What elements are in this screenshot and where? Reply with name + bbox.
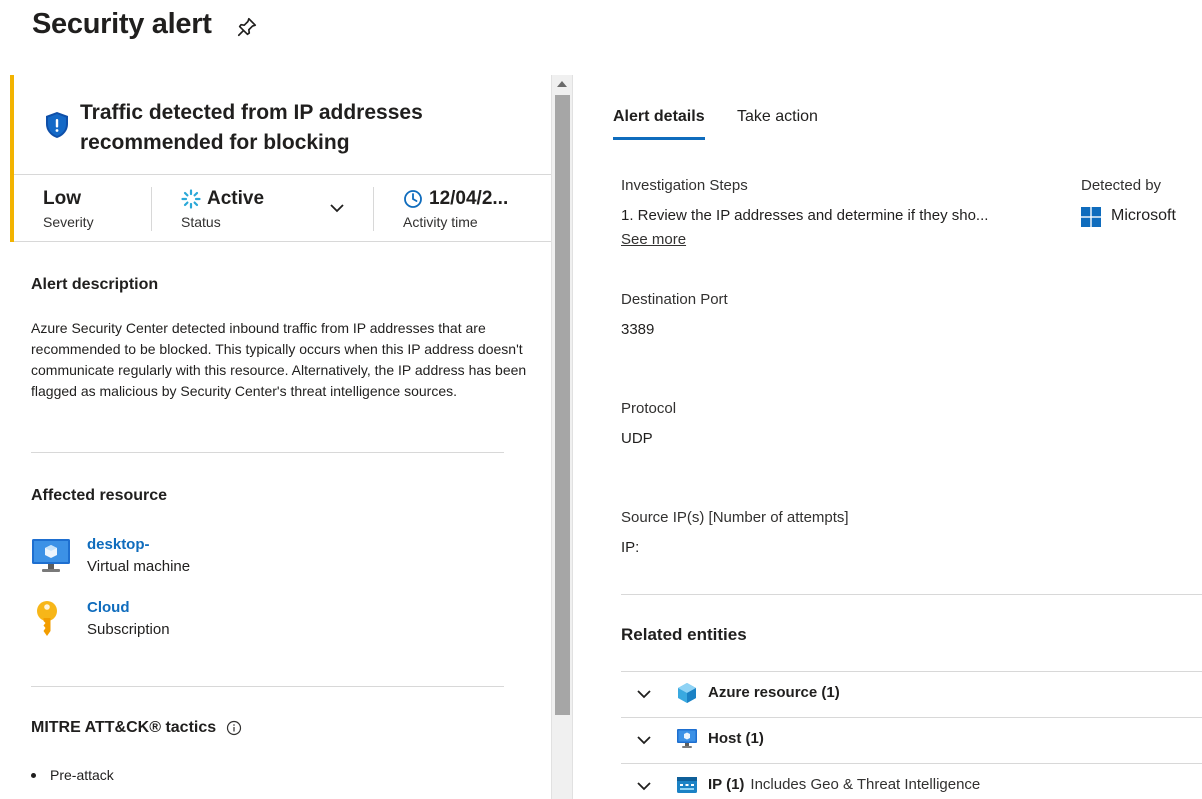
tab-alert-details[interactable]: Alert details — [613, 108, 705, 140]
severity-metric: Low Severity — [43, 185, 94, 233]
entity-sublabel: Includes Geo & Threat Intelligence — [750, 776, 981, 793]
protocol-value: UDP — [621, 430, 653, 447]
activity-time-value: 12/04/2... — [429, 188, 509, 209]
microsoft-logo-icon — [1081, 207, 1101, 227]
chevron-down-icon[interactable] — [636, 686, 652, 702]
detected-by-label: Detected by — [1081, 177, 1162, 194]
status-label: Status — [181, 214, 221, 230]
alert-metrics: Low Severity Active Status 12/04/2... Ac… — [14, 175, 551, 242]
entity-label-text: Azure resource (1) — [708, 684, 840, 701]
alert-description-text: Azure Security Center detected inbound t… — [31, 320, 527, 399]
resource-type: Virtual machine — [87, 558, 191, 575]
mitre-tactics-label: MITRE ATT&CK® tactics — [31, 719, 217, 736]
destination-port-value: 3389 — [621, 321, 655, 338]
ip-icon — [677, 777, 697, 793]
see-more-link[interactable]: See more — [621, 231, 686, 248]
divider — [31, 686, 504, 687]
scroll-up-arrow-icon[interactable] — [557, 81, 567, 87]
key-icon — [37, 601, 57, 636]
bullet-icon — [31, 772, 36, 778]
entity-row-host[interactable]: Host (1) — [621, 717, 1202, 763]
mitre-tactics-title: MITRE ATT&CK® tactics — [31, 719, 242, 737]
entity-label-text: IP (1) — [708, 776, 745, 793]
resource-type: Subscription — [87, 621, 170, 638]
alert-header: Traffic detected from IP addresses recom… — [10, 75, 551, 242]
cube-icon — [678, 683, 696, 703]
alert-header-top: Traffic detected from IP addresses recom… — [14, 75, 551, 175]
mitre-tactic-label: Pre-attack — [50, 767, 114, 783]
scrollbar[interactable] — [551, 75, 573, 799]
mitre-tactic-item: Pre-attack — [31, 767, 114, 783]
scroll-thumb[interactable] — [555, 95, 570, 715]
virtual-machine-icon — [32, 539, 70, 572]
source-ips-label: Source IP(s) [Number of attempts] — [621, 509, 849, 526]
divider — [31, 452, 504, 453]
entity-label-text: Host (1) — [708, 730, 764, 747]
affected-resource-item[interactable]: desktop- Virtual machine — [31, 536, 431, 580]
status-dropdown-chevron-icon[interactable] — [328, 199, 346, 217]
protocol-label: Protocol — [621, 400, 677, 417]
resource-name-link[interactable]: Cloud — [87, 599, 130, 616]
clock-icon — [404, 190, 422, 208]
alert-summary-panel: Traffic detected from IP addresses recom… — [10, 75, 551, 799]
affected-resource-item[interactable]: Cloud Subscription — [31, 599, 431, 643]
status-spinner-icon — [181, 189, 201, 209]
entity-label: Host (1) — [708, 730, 764, 747]
entity-row-ip[interactable]: IP (1) Includes Geo & Threat Intelligence — [621, 763, 1202, 799]
tab-take-action[interactable]: Take action — [737, 108, 818, 140]
info-icon[interactable] — [226, 720, 242, 736]
investigation-steps-value: 1. Review the IP addresses and determine… — [621, 207, 989, 224]
status-value: Active — [207, 188, 265, 209]
severity-value: Low — [43, 188, 81, 209]
metric-divider — [373, 187, 374, 231]
status-metric[interactable]: Active Status — [181, 185, 264, 233]
shield-icon — [46, 112, 68, 138]
activity-time-label: Activity time — [403, 214, 478, 230]
monitor-icon — [677, 729, 697, 748]
divider — [621, 594, 1202, 595]
page-title: Security alert — [32, 8, 212, 40]
detected-by-value: Microsoft — [1111, 207, 1176, 224]
source-ips-value: IP: — [621, 539, 640, 556]
entity-row-azure-resource[interactable]: Azure resource (1) — [621, 671, 1202, 717]
affected-resource-title: Affected resource — [31, 487, 168, 504]
destination-port-label: Destination Port — [621, 291, 728, 308]
entity-label: IP (1) Includes Geo & Threat Intelligence — [708, 776, 980, 793]
alert-title: Traffic detected from IP addresses recom… — [80, 101, 423, 154]
related-entities-title: Related entities — [621, 625, 747, 644]
investigation-steps-label: Investigation Steps — [621, 177, 748, 194]
metric-divider — [151, 187, 152, 231]
activity-time-metric: 12/04/2... Activity time — [403, 185, 508, 233]
entity-label: Azure resource (1) — [708, 684, 840, 701]
chevron-down-icon[interactable] — [636, 732, 652, 748]
resource-name-link[interactable]: desktop- — [87, 536, 150, 553]
chevron-down-icon[interactable] — [636, 778, 652, 794]
alert-description-title: Alert description — [31, 276, 159, 293]
pin-icon[interactable] — [236, 16, 258, 38]
severity-label: Severity — [43, 214, 94, 230]
